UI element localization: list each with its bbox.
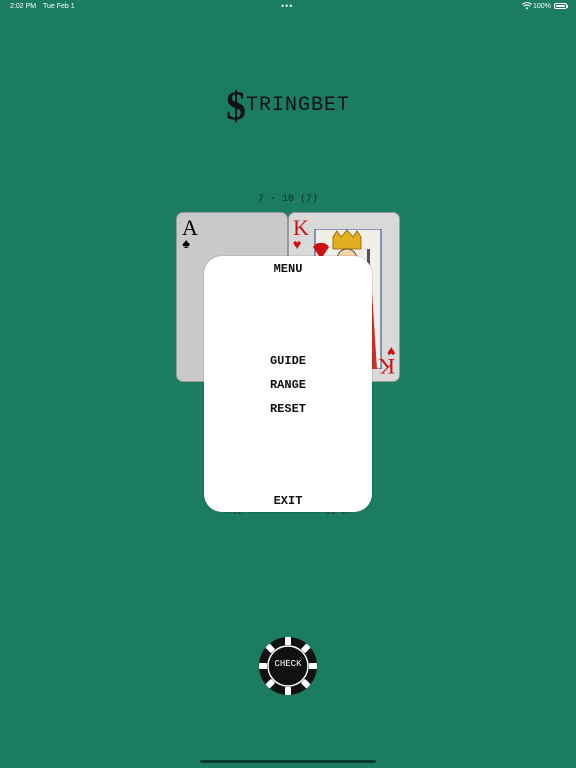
- status-bar: 2:02 PM Tue Feb 1 ••• 100%: [0, 0, 576, 14]
- wifi-icon: [522, 2, 532, 10]
- battery-nub: [567, 5, 568, 8]
- card-rank-inverted: K: [379, 354, 395, 379]
- multitask-dots-icon[interactable]: •••: [281, 1, 293, 11]
- battery-icon: [554, 3, 567, 9]
- status-date: Tue Feb 1: [43, 3, 75, 10]
- spade-icon: ♠: [182, 237, 191, 253]
- logo-dollar: $: [225, 83, 246, 128]
- menu-reset-button[interactable]: RESET: [204, 402, 372, 416]
- menu-guide-button[interactable]: GUIDE: [204, 354, 372, 368]
- heart-icon: ♥: [293, 238, 302, 254]
- home-indicator[interactable]: [200, 760, 376, 763]
- menu-exit-button[interactable]: EXIT: [204, 494, 372, 508]
- battery-percent: 100%: [533, 3, 551, 10]
- logo-text: TRINGBET: [245, 94, 350, 117]
- app-logo: $TRINGBET: [0, 82, 576, 129]
- menu-popup: MENU GUIDE RANGE RESET EXIT: [204, 256, 372, 512]
- hand-range-label: 7 - 10 (7): [257, 194, 318, 205]
- check-button[interactable]: CHECK: [258, 659, 318, 669]
- card-rank: A: [182, 215, 198, 240]
- menu-range-button[interactable]: RANGE: [204, 378, 372, 392]
- menu-title: MENU: [273, 262, 303, 276]
- status-time: 2:02 PM: [10, 3, 37, 10]
